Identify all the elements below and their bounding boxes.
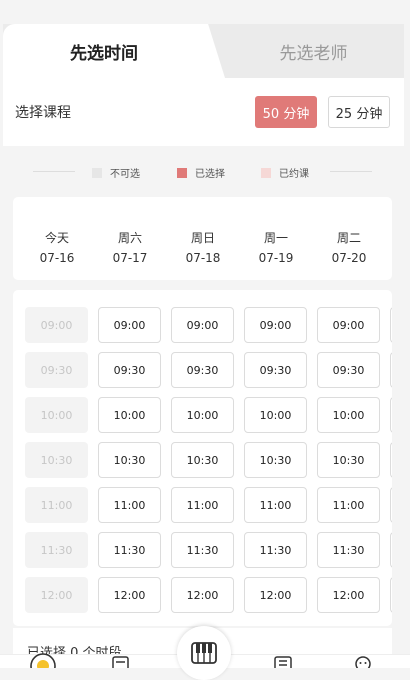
- time-slot[interactable]: 11:30: [171, 532, 234, 568]
- schedule-icon[interactable]: [272, 655, 294, 668]
- time-slot[interactable]: 09:30: [317, 352, 380, 388]
- time-slot[interactable]: 10:00: [98, 397, 161, 433]
- time-slot-overflow[interactable]: [390, 487, 392, 523]
- time-slot[interactable]: 10:30: [171, 442, 234, 478]
- date-label: 07-18: [185, 251, 221, 265]
- time-slot[interactable]: 12:00: [98, 577, 161, 613]
- time-slot-overflow[interactable]: [390, 397, 392, 433]
- legend-booked: 已约课: [261, 165, 309, 180]
- time-slot[interactable]: 12:00: [244, 577, 307, 613]
- home-icon[interactable]: [30, 653, 56, 668]
- tab-bar: 先选时间 先选老师: [3, 24, 404, 78]
- duration-25-button[interactable]: 25 分钟: [328, 96, 390, 128]
- time-slot[interactable]: 09:00: [244, 307, 307, 343]
- legend-selected: 已选择: [177, 165, 225, 180]
- legend-label: 已约课: [279, 169, 309, 180]
- time-slot-unavailable: 09:30: [25, 352, 88, 388]
- date-label: 07-17: [112, 251, 148, 265]
- weekday-label: 周二: [336, 231, 361, 245]
- time-slot[interactable]: 09:30: [171, 352, 234, 388]
- course-selector: 选择课程 50 分钟 25 分钟: [3, 78, 404, 146]
- legend-swatch-selected: [177, 167, 187, 178]
- time-slot[interactable]: 09:00: [171, 307, 234, 343]
- legend-label: 已选择: [195, 169, 225, 180]
- date-label: 07-19: [258, 251, 294, 265]
- time-slot[interactable]: 11:00: [244, 487, 307, 523]
- piano-button[interactable]: [177, 626, 231, 680]
- tab-select-time[interactable]: 先选时间: [3, 24, 205, 78]
- time-slot[interactable]: 10:30: [244, 442, 307, 478]
- time-slot[interactable]: 11:30: [98, 532, 161, 568]
- legend-line-left: [33, 171, 75, 172]
- course-label: 选择课程: [15, 105, 71, 121]
- legend-swatch-booked: [261, 167, 271, 178]
- legend-swatch-unavailable: [92, 167, 102, 178]
- time-slot-overflow[interactable]: [390, 442, 392, 478]
- time-slot[interactable]: 11:30: [317, 532, 380, 568]
- weekday-label: 今天: [44, 231, 69, 245]
- time-slot[interactable]: 10:00: [317, 397, 380, 433]
- time-slot[interactable]: 11:00: [171, 487, 234, 523]
- time-slot[interactable]: 12:00: [317, 577, 380, 613]
- time-slot[interactable]: 09:30: [244, 352, 307, 388]
- weekday-label: 周一: [263, 231, 288, 245]
- date-strip: 今天 07-16 周六 07-17 周日 07-18 周一 07-19 周二 0…: [13, 197, 392, 280]
- time-slot-overflow[interactable]: [390, 532, 392, 568]
- time-slot-unavailable: 10:00: [25, 397, 88, 433]
- tab-select-teacher[interactable]: 先选老师: [223, 24, 404, 78]
- time-slot[interactable]: 11:00: [317, 487, 380, 523]
- date-label: 07-20: [331, 251, 367, 265]
- tab-divider: [199, 24, 225, 78]
- weekday-label: 周六: [117, 231, 142, 245]
- weekday-label: 周日: [190, 231, 215, 245]
- time-slot[interactable]: 11:00: [98, 487, 161, 523]
- time-slot-unavailable: 11:30: [25, 532, 88, 568]
- duration-50-button[interactable]: 50 分钟: [255, 96, 317, 128]
- legend-line-right: [330, 171, 372, 172]
- time-slot-overflow[interactable]: [390, 307, 392, 343]
- time-slot-unavailable: 11:00: [25, 487, 88, 523]
- course-icon[interactable]: [110, 655, 132, 668]
- time-slot[interactable]: 10:00: [171, 397, 234, 433]
- time-slot-grid: 09:00 09:00 09:00 09:00 09:00 09:30 09:30 09:30…: [13, 290, 392, 626]
- time-slot-unavailable: 10:30: [25, 442, 88, 478]
- profile-icon[interactable]: [353, 655, 373, 668]
- time-slot-overflow[interactable]: [390, 352, 392, 388]
- date-label: 07-16: [39, 251, 75, 265]
- time-slot[interactable]: 09:30: [98, 352, 161, 388]
- time-slot[interactable]: 10:30: [98, 442, 161, 478]
- piano-icon: [191, 642, 217, 664]
- time-slot[interactable]: 11:30: [244, 532, 307, 568]
- time-slot-overflow[interactable]: [390, 577, 392, 613]
- time-slot[interactable]: 10:30: [317, 442, 380, 478]
- time-slot[interactable]: 09:00: [317, 307, 380, 343]
- legend-unavailable: 不可选: [92, 165, 140, 180]
- time-slot-unavailable: 12:00: [25, 577, 88, 613]
- legend-label: 不可选: [110, 169, 140, 180]
- time-slot[interactable]: 10:00: [244, 397, 307, 433]
- time-slot[interactable]: 12:00: [171, 577, 234, 613]
- time-slot-unavailable: 09:00: [25, 307, 88, 343]
- time-slot[interactable]: 09:00: [98, 307, 161, 343]
- legend: 不可选 已选择 已约课: [3, 150, 404, 192]
